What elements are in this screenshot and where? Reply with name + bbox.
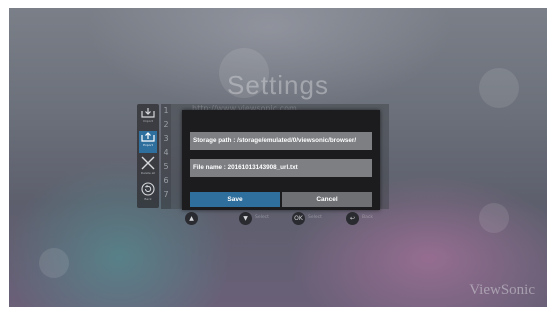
sidebar-item-label: Export	[143, 143, 153, 147]
cancel-button[interactable]: Cancel	[282, 192, 372, 207]
export-icon	[141, 132, 155, 142]
sidebar-item-import[interactable]: Import	[139, 107, 157, 129]
sidebar: Import Export Delete all Back	[137, 104, 159, 208]
sidebar-item-label: Back	[144, 197, 152, 201]
sidebar-item-label: Import	[143, 119, 153, 123]
up-arrow-icon: ▲	[185, 212, 198, 225]
list-number: 2	[163, 120, 169, 129]
nav-hint-label: Back	[362, 215, 373, 220]
import-icon	[141, 108, 155, 118]
storage-path-field[interactable]: Storage path : /storage/emulated/0/views…	[190, 132, 372, 150]
list-number: 1	[163, 106, 169, 115]
sidebar-item-back[interactable]: Back	[139, 182, 157, 204]
bokeh-light	[479, 203, 509, 233]
sidebar-item-label: Delete all	[140, 171, 156, 175]
down-arrow-icon: ▼	[239, 212, 252, 225]
brand-logo: ViewSonic	[469, 282, 535, 298]
save-button[interactable]: Save	[190, 192, 280, 207]
nav-hint-label: Select	[308, 215, 322, 220]
list-number: 7	[163, 190, 169, 199]
bokeh-light	[39, 248, 69, 278]
page-title: Settings	[227, 70, 329, 100]
list-number: 5	[163, 162, 169, 171]
list-number: 3	[163, 134, 169, 143]
sidebar-item-delete-all[interactable]: Delete all	[139, 156, 157, 178]
return-icon: ↩	[346, 212, 359, 225]
list-number: 6	[163, 176, 169, 185]
delete-all-icon	[141, 156, 155, 170]
sidebar-item-export[interactable]: Export	[139, 131, 157, 153]
list-number: 4	[163, 148, 169, 157]
ok-key-icon: OK	[292, 212, 305, 225]
export-dialog: Storage path : /storage/emulated/0/views…	[182, 110, 380, 210]
url-list-numbers: 1 2 3 4 5 6 7	[161, 104, 171, 209]
nav-hint-label: Select	[255, 215, 269, 220]
back-icon	[141, 182, 155, 196]
file-name-field[interactable]: File name : 20161013143908_url.txt	[190, 159, 372, 177]
